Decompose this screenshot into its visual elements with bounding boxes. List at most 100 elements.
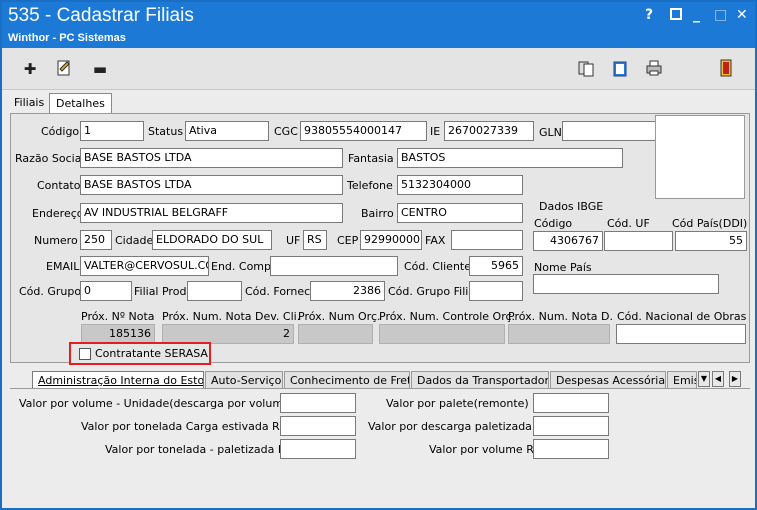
- cod-cliente-field[interactable]: 5965: [469, 256, 523, 276]
- fantasia-field[interactable]: BASTOS: [397, 148, 623, 168]
- prox-orc-field: [298, 324, 373, 344]
- palete-label: Valor por palete(remonte) R$:: [386, 397, 551, 410]
- ibge-cod-uf-field[interactable]: [604, 231, 673, 251]
- minimize-button[interactable]: _: [693, 7, 700, 23]
- edit-doc-icon[interactable]: [54, 59, 74, 79]
- cod-cliente-label: Cód. Cliente: [404, 260, 471, 273]
- bairro-label: Bairro: [361, 207, 394, 220]
- cod-fornec-label: Cód. Fornec.: [245, 285, 314, 298]
- nome-pais-field[interactable]: [533, 274, 719, 294]
- fax-field[interactable]: [451, 230, 523, 250]
- email-label: EMAIL: [46, 260, 80, 273]
- filial-prod-field[interactable]: [187, 281, 242, 301]
- uf-label: UF: [286, 234, 301, 247]
- descarga-palet-field[interactable]: [533, 416, 609, 436]
- window-title: 535 - Cadastrar Filiais: [8, 5, 194, 26]
- cep-label: CEP: [337, 234, 359, 247]
- descarga-palet-label: Valor por descarga paletizada R$:: [368, 420, 554, 433]
- contato-field[interactable]: BASE BASTOS LTDA: [80, 175, 343, 195]
- tabs-dropdown-icon[interactable]: ▼: [698, 371, 710, 387]
- ibge-cod-uf-label: Cód. UF: [607, 217, 650, 230]
- serasa-checkbox[interactable]: [79, 348, 91, 360]
- ibge-group-title: Dados IBGE: [539, 200, 604, 213]
- serasa-label[interactable]: Contratante SERASA: [95, 347, 208, 360]
- main-window: 535 - Cadastrar Filiais Winthor - PC Sis…: [0, 0, 757, 510]
- volume-label: Valor por volume R$:: [429, 443, 545, 456]
- numero-label: Numero: [34, 234, 78, 247]
- ibge-cod-pais-field[interactable]: 55: [675, 231, 747, 251]
- cod-obras-field[interactable]: [616, 324, 746, 344]
- help-button[interactable]: ?: [645, 7, 653, 23]
- cod-grupo-filial-label: Cód. Grupo Filial: [388, 285, 479, 298]
- volume-field[interactable]: [533, 439, 609, 459]
- telefone-label: Telefone: [347, 179, 393, 192]
- cod-grupo-filial-field[interactable]: [469, 281, 523, 301]
- prox-nota-dev-label: Próx. Num. Nota Dev. Cli.: [162, 310, 301, 323]
- admin-estoque-panel: Valor por volume - Unidade(descarga por …: [10, 388, 750, 506]
- prox-nota-label: Próx. Nº Nota: [81, 310, 155, 323]
- maximize-button[interactable]: □: [714, 7, 727, 23]
- razao-social-field[interactable]: BASE BASTOS LTDA: [80, 148, 343, 168]
- ton-carga-field[interactable]: [280, 416, 356, 436]
- tab-detalhes[interactable]: Detalhes: [49, 93, 112, 114]
- codigo-label: Código: [41, 125, 80, 138]
- tab-admin-estoque[interactable]: Administração Interna do Estoque: [32, 371, 204, 389]
- cod-grupo-label: Cód. Grupo: [19, 285, 82, 298]
- telefone-field[interactable]: 5132304000: [397, 175, 523, 195]
- close-button[interactable]: ✕: [736, 7, 748, 23]
- uf-field[interactable]: RS: [303, 230, 327, 250]
- prox-nota-dev-field: 2: [162, 324, 294, 344]
- fantasia-label: Fantasia: [348, 152, 394, 165]
- tab-conhecimento-frete[interactable]: Conhecimento de Frete: [284, 371, 410, 389]
- vol-unidade-field[interactable]: [280, 393, 356, 413]
- email-field[interactable]: VALTER@CERVOSUL.COM: [80, 256, 209, 276]
- numero-field[interactable]: 250: [80, 230, 112, 250]
- copy-icon[interactable]: [576, 59, 596, 79]
- cidade-field[interactable]: ELDORADO DO SUL: [152, 230, 272, 250]
- codigo-field[interactable]: 1: [80, 121, 144, 141]
- prox-nota-field: 185136: [81, 324, 155, 344]
- contato-label: Contato: [37, 179, 81, 192]
- restore-icon[interactable]: [670, 8, 682, 20]
- ibge-codigo-field[interactable]: 4306767: [533, 231, 603, 251]
- logo-image-box: [655, 115, 745, 199]
- plus-icon[interactable]: ✚: [20, 59, 40, 79]
- ton-palet-label: Valor por tonelada - paletizada R$:: [105, 443, 297, 456]
- gln-field[interactable]: [562, 121, 656, 141]
- printer-icon[interactable]: [644, 59, 664, 79]
- cidade-label: Cidade: [115, 234, 154, 247]
- tab-filiais[interactable]: Filiais: [8, 93, 50, 114]
- exit-door-icon[interactable]: [716, 59, 736, 79]
- tabs-scroll-left-icon[interactable]: ◀: [712, 371, 724, 387]
- details-panel: Código 1 Status Ativa CGC 93805554000147…: [10, 113, 750, 363]
- end-comp-field[interactable]: [270, 256, 398, 276]
- tab-auto-servico[interactable]: Auto-Serviço: [205, 371, 283, 389]
- top-tabs: Filiais Detalhes: [2, 90, 755, 114]
- tab-emissao[interactable]: Emiss: [667, 371, 697, 389]
- tabs-scroll-right-icon[interactable]: ▶: [729, 371, 741, 387]
- status-field[interactable]: Ativa: [185, 121, 269, 141]
- cod-fornec-field[interactable]: 2386: [310, 281, 385, 301]
- palete-field[interactable]: [533, 393, 609, 413]
- ton-carga-label: Valor por tonelada Carga estivada R$:: [81, 420, 291, 433]
- tab-despesas-acessorias[interactable]: Despesas Acessórias: [550, 371, 666, 389]
- prox-controle-orc-field: [379, 324, 505, 344]
- bairro-field[interactable]: CENTRO: [397, 203, 523, 223]
- ie-label: IE: [430, 125, 441, 138]
- endereco-label: Endereço: [32, 207, 84, 220]
- ton-palet-field[interactable]: [280, 439, 356, 459]
- prox-nota-d-label: Próx. Num. Nota D.: [508, 310, 613, 323]
- ie-field[interactable]: 2670027339: [444, 121, 534, 141]
- filial-prod-label: Filial Prod.: [134, 285, 190, 298]
- vol-unidade-label: Valor por volume - Unidade(descarga por …: [19, 397, 313, 410]
- cep-field[interactable]: 92990000: [360, 230, 422, 250]
- cod-grupo-field[interactable]: 0: [80, 281, 132, 301]
- cgc-field[interactable]: 93805554000147: [300, 121, 427, 141]
- cgc-label: CGC: [274, 125, 298, 138]
- endereco-field[interactable]: AV INDUSTRIAL BELGRAFF: [80, 203, 343, 223]
- fax-label: FAX: [425, 234, 446, 247]
- clipboard-icon[interactable]: [610, 59, 630, 79]
- bottom-tabs: Administração Interna do Estoque Auto-Se…: [32, 369, 748, 389]
- minus-icon[interactable]: ▬: [90, 59, 110, 79]
- tab-dados-transportadora[interactable]: Dados da Transportadora: [411, 371, 549, 389]
